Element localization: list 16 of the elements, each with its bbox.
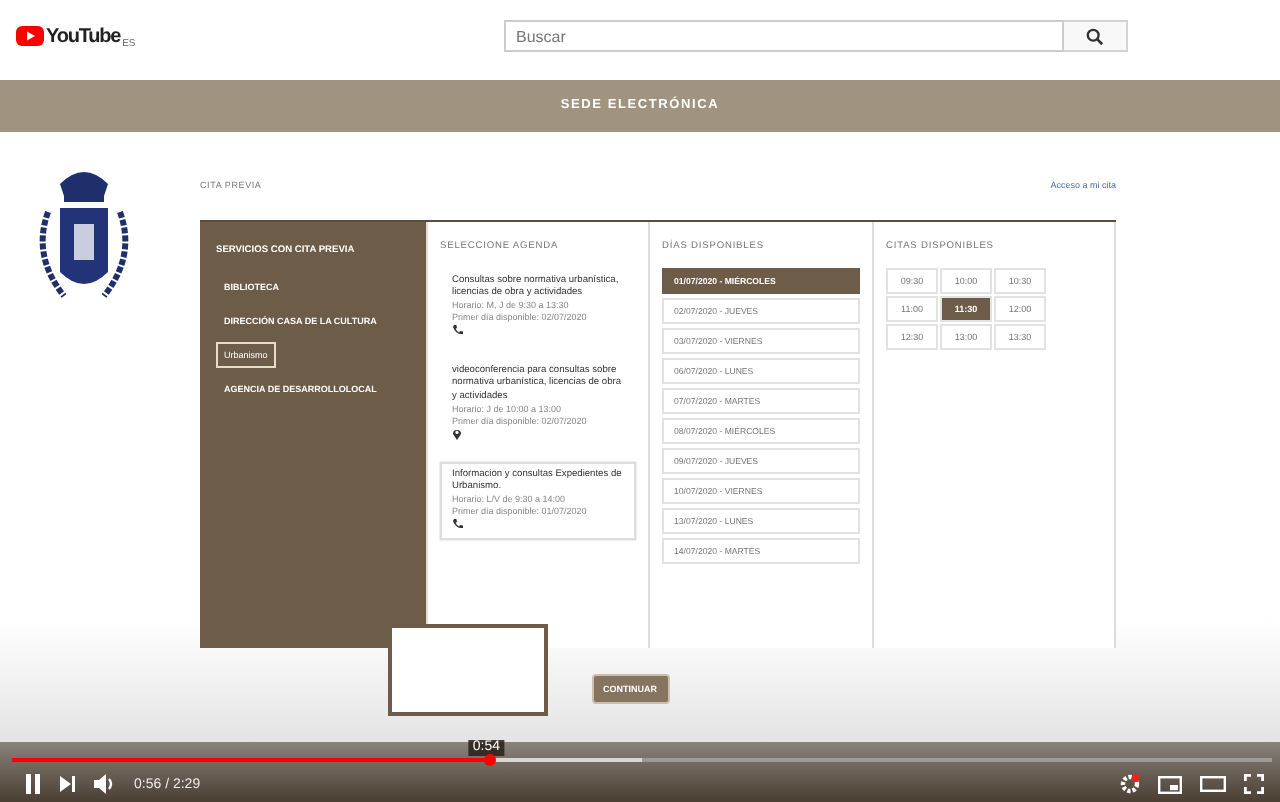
phone-icon xyxy=(452,324,464,337)
next-icon[interactable] xyxy=(60,776,76,792)
region-code: ES xyxy=(122,37,136,49)
search-button[interactable] xyxy=(1064,20,1128,52)
pause-icon[interactable] xyxy=(24,774,42,794)
search-icon xyxy=(1086,27,1104,45)
phone-icon xyxy=(452,517,464,530)
settings-icon[interactable] xyxy=(1120,774,1140,794)
logo-text[interactable]: YouTube xyxy=(46,25,121,47)
theater-mode-icon[interactable] xyxy=(1200,776,1226,792)
volume-icon[interactable] xyxy=(94,774,116,794)
miniplayer-icon[interactable] xyxy=(1158,775,1182,793)
search-field[interactable]: Buscar xyxy=(504,20,1064,52)
fullscreen-icon[interactable] xyxy=(1244,774,1264,794)
play-logo-icon xyxy=(16,26,44,46)
location-pin-icon xyxy=(452,427,462,440)
